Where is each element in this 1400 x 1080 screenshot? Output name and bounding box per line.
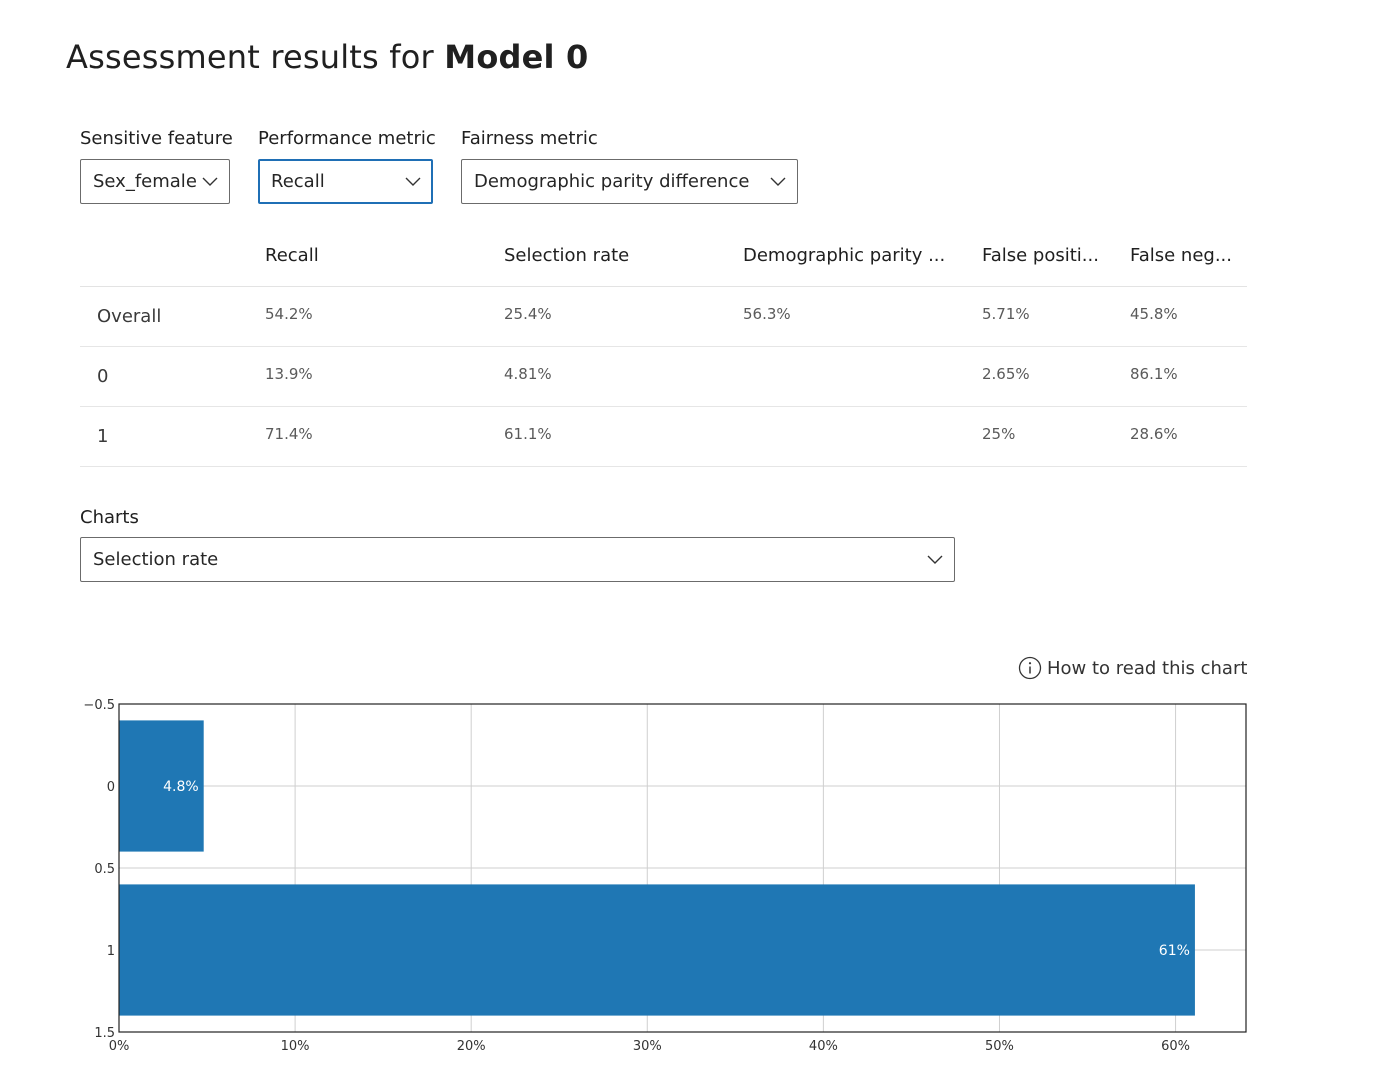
table-header: Recall Selection rate Demographic parity… (80, 228, 1247, 287)
fairness-metric-value: Demographic parity difference (474, 171, 750, 192)
charts-label: Charts (80, 507, 139, 528)
how-to-read-label: How to read this chart (1047, 657, 1248, 679)
data-label: 4.8% (163, 779, 199, 795)
table-cell: 71.4% (265, 425, 313, 443)
x-tick-label: 20% (457, 1039, 486, 1054)
column-header[interactable]: False positi... (982, 245, 1099, 266)
fairness-metric-label: Fairness metric (461, 128, 598, 149)
y-tick-label: −0.5 (83, 698, 115, 713)
performance-metric-label: Performance metric (258, 128, 436, 149)
table-cell: 54.2% (265, 305, 313, 323)
row-label: 0 (97, 366, 109, 387)
table-row: 1 71.4% 61.1% 25% 28.6% (80, 407, 1247, 467)
x-tick-label: 30% (633, 1039, 662, 1054)
bar-1 (119, 884, 1195, 1016)
x-tick-label: 60% (1161, 1039, 1190, 1054)
table-cell: 4.81% (504, 365, 552, 383)
x-tick-label: 40% (809, 1039, 838, 1054)
table-cell: 2.65% (982, 365, 1030, 383)
table-cell: 13.9% (265, 365, 313, 383)
model-name: Model 0 (444, 38, 589, 76)
table-cell: 86.1% (1130, 365, 1178, 383)
sensitive-feature-dropdown[interactable]: Sex_female (80, 159, 230, 204)
fairness-metric-dropdown[interactable]: Demographic parity difference (461, 159, 798, 204)
x-tick-label: 50% (985, 1039, 1014, 1054)
page-title: Assessment results for Model 0 (66, 38, 589, 76)
y-tick-label: 0.5 (94, 862, 115, 877)
sensitive-feature-label: Sensitive feature (80, 128, 233, 149)
table-row: Overall 54.2% 25.4% 56.3% 5.71% 45.8% (80, 287, 1247, 347)
y-tick-label: 0 (107, 780, 115, 795)
column-header[interactable]: False neg... (1130, 245, 1232, 266)
performance-metric-dropdown[interactable]: Recall (258, 159, 433, 204)
chevron-down-icon (405, 177, 421, 186)
column-header[interactable]: Recall (265, 245, 319, 266)
selection-rate-bar-chart: 4.8%61%−0.500.511.50% 10% 20% 30% 40% 50% 60% (83, 698, 1247, 1054)
page-title-prefix: Assessment results for (66, 38, 445, 76)
column-header[interactable]: Demographic parity ... (743, 245, 945, 266)
column-header[interactable]: Selection rate (504, 245, 629, 266)
chart-metric-dropdown[interactable]: Selection rate (80, 537, 955, 582)
table-cell: 5.71% (982, 305, 1030, 323)
chevron-down-icon (927, 555, 943, 564)
row-label: 1 (97, 426, 109, 447)
x-tick-label: 0% (109, 1039, 130, 1054)
metrics-table: Recall Selection rate Demographic parity… (80, 228, 1247, 467)
table-cell: 25.4% (504, 305, 552, 323)
table-cell: 61.1% (504, 425, 552, 443)
x-tick-label: 10% (281, 1039, 310, 1054)
table-cell: 28.6% (1130, 425, 1178, 443)
row-label: Overall (97, 306, 162, 327)
chevron-down-icon (770, 177, 786, 186)
info-icon (1018, 656, 1042, 680)
y-tick-label: 1 (107, 944, 115, 959)
table-row: 0 13.9% 4.81% 2.65% 86.1% (80, 347, 1247, 407)
table-cell: 25% (982, 425, 1016, 443)
chart-metric-value: Selection rate (93, 549, 219, 570)
how-to-read-chart-link[interactable]: How to read this chart (1018, 656, 1247, 680)
table-cell: 45.8% (1130, 305, 1178, 323)
chevron-down-icon (202, 177, 218, 186)
performance-metric-value: Recall (271, 171, 325, 192)
data-label: 61% (1159, 943, 1190, 959)
table-cell: 56.3% (743, 305, 791, 323)
sensitive-feature-value: Sex_female (93, 171, 197, 192)
